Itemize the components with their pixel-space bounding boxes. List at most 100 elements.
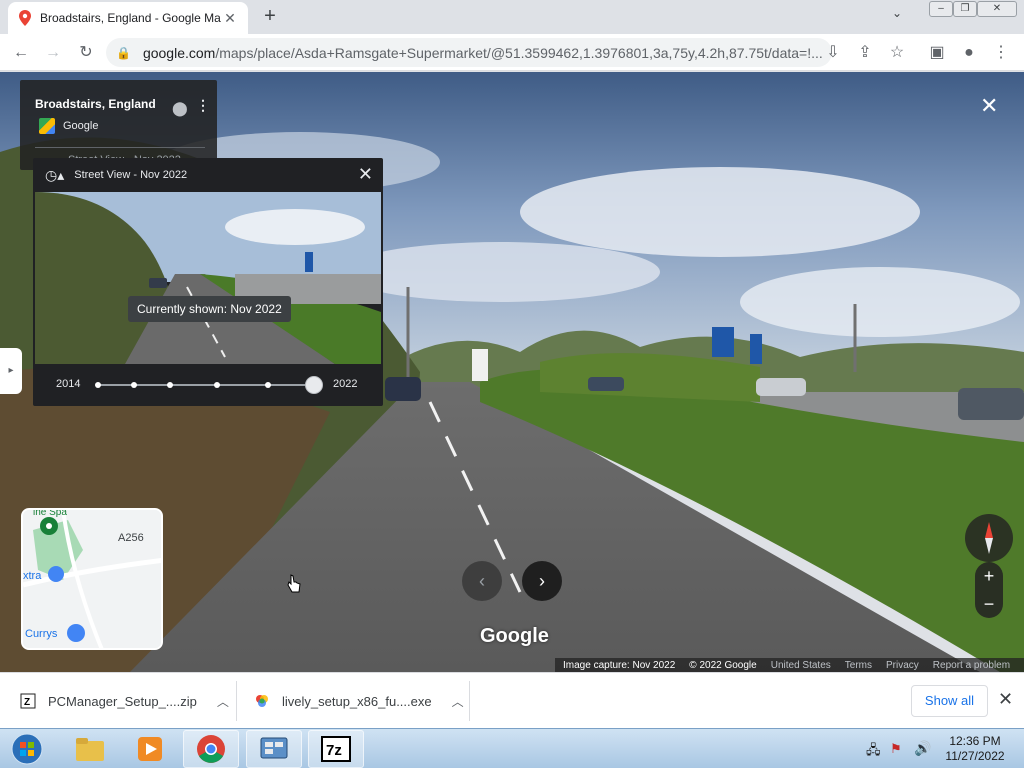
zoom-in-button[interactable]: + [975, 562, 1003, 590]
slider-end-year: 2022 [333, 378, 358, 390]
slider-stop[interactable] [95, 382, 101, 388]
download-options-chevron-icon[interactable]: ︿ [452, 693, 464, 710]
place-info-card: Broadstairs, England Google ⬤ ⋮ Street V… [20, 80, 217, 170]
7zip-taskbar-button[interactable]: 7z [308, 730, 364, 768]
download-filename: PCManager_Setup_....zip [48, 693, 197, 709]
report-problem-link[interactable]: Report a problem [933, 660, 1010, 671]
terms-link[interactable]: Terms [845, 660, 872, 671]
place-name: Broadstairs, England [35, 97, 156, 111]
show-all-downloads-button[interactable]: Show all [911, 685, 988, 717]
slider-stop[interactable] [214, 382, 220, 388]
new-tab-button[interactable]: + [258, 5, 282, 28]
tab-title: Broadstairs, England - Google Ma [40, 11, 221, 25]
restore-button[interactable]: ❐ [953, 1, 977, 17]
google-watermark: Google [480, 625, 549, 647]
zoom-out-button[interactable]: − [975, 590, 1003, 618]
share-icon[interactable]: ⇪ [854, 42, 876, 64]
downloads-bar: Z PCManager_Setup_....zip ︿ lively_setup… [0, 672, 1024, 728]
url-text: google.com/maps/place/Asda+Ramsgate+Supe… [142, 44, 822, 61]
country-link[interactable]: United States [771, 660, 831, 671]
minimap-poi-top: ine Spa [33, 508, 67, 518]
action-center-flag-icon[interactable]: ⚑ [890, 741, 902, 757]
privacy-link[interactable]: Privacy [886, 660, 919, 671]
address-bar[interactable]: 🔒 google.com/maps/place/Asda+Ramsgate+Su… [106, 38, 832, 67]
folder-icon [76, 738, 104, 761]
explorer-taskbar-button[interactable] [62, 730, 118, 768]
slider-thumb[interactable] [305, 376, 323, 394]
control-panel-icon [260, 737, 288, 759]
compass-needle-icon [985, 522, 993, 554]
tab-search-icon[interactable]: ⌄ [892, 6, 902, 20]
windows-start-orb-icon [11, 733, 43, 765]
minimap-road-label: A256 [118, 532, 144, 544]
media-player-taskbar-button[interactable] [122, 730, 178, 768]
compass-icon[interactable] [965, 514, 1013, 562]
history-clock-icon[interactable]: ◷▴ [45, 167, 64, 184]
time-travel-title: Street View - Nov 2022 [74, 169, 188, 181]
download-separator [236, 681, 237, 721]
reload-icon[interactable]: ↻ [75, 42, 97, 64]
maps-favicon-icon [19, 10, 31, 26]
network-icon[interactable]: 🖧 [866, 741, 881, 763]
download-options-chevron-icon[interactable]: ︿ [217, 693, 229, 710]
currently-shown-tooltip: Currently shown: Nov 2022 [128, 296, 291, 322]
forward-icon[interactable]: → [42, 42, 64, 64]
time-travel-header: ◷▴ Street View - Nov 2022 ✕ [33, 158, 383, 192]
7zip-icon: 7z [321, 736, 351, 762]
clock-time: 12:36 PM [949, 734, 1001, 748]
install-icon[interactable]: ⇩ [822, 42, 844, 64]
chrome-icon [197, 735, 225, 763]
window-close-button[interactable]: ✕ [977, 1, 1017, 17]
close-downloads-icon[interactable]: ✕ [998, 689, 1013, 710]
side-panel-icon[interactable]: ▣ [926, 42, 948, 64]
download-separator [469, 681, 470, 721]
windows-taskbar: 7z 🖧 ⚑ 🔊 12:36 PM 11/27/2022 [0, 728, 1024, 768]
svg-text:Z: Z [24, 697, 30, 708]
download-item[interactable]: Z PCManager_Setup_....zip ︿ [20, 673, 229, 729]
exit-streetview-icon[interactable]: ✕ [980, 93, 998, 119]
time-travel-panel: ◷▴ Street View - Nov 2022 ✕ Currently sh… [33, 158, 383, 406]
year-slider[interactable]: 2014 2022 [33, 370, 383, 400]
slider-stop[interactable] [265, 382, 271, 388]
browser-tab[interactable]: Broadstairs, England - Google Ma ✕ [8, 2, 248, 34]
download-filename: lively_setup_x86_fu....exe [282, 693, 432, 709]
slider-stop[interactable] [167, 382, 173, 388]
control-panel-taskbar-button[interactable] [246, 730, 302, 768]
slider-start-year: 2014 [56, 378, 81, 390]
location-pin-icon[interactable]: ⬤ [172, 100, 188, 117]
time-travel-close-icon[interactable]: ✕ [358, 164, 373, 185]
slider-stop[interactable] [131, 382, 137, 388]
download-item[interactable]: lively_setup_x86_fu....exe ︿ [254, 673, 464, 729]
nav-forward-arrow-icon[interactable]: › [522, 561, 562, 601]
clock-date: 11/27/2022 [945, 749, 1005, 763]
card-divider [35, 147, 205, 148]
tab-close-icon[interactable]: ✕ [222, 10, 238, 27]
back-icon[interactable]: ← [10, 42, 32, 64]
media-player-icon [138, 737, 162, 761]
image-capture-date: Image capture: Nov 2022 [563, 659, 676, 671]
zip-file-icon: Z [20, 693, 36, 709]
more-options-icon[interactable]: ⋮ [196, 97, 210, 114]
minimap[interactable]: ine Spa A256 xtra Currys [21, 508, 163, 650]
minimize-button[interactable]: – [929, 1, 953, 17]
profile-avatar-icon[interactable]: ● [958, 42, 980, 64]
exe-file-icon [256, 695, 268, 707]
expand-sidepanel-button[interactable]: ▸ [0, 348, 22, 394]
browser-toolbar: ← → ↻ 🔒 google.com/maps/place/Asda+Ramsg… [0, 34, 1024, 71]
lock-icon[interactable]: 🔒 [116, 46, 131, 60]
nav-back-arrow-icon[interactable]: ‹ [462, 561, 502, 601]
copyright: © 2022 Google [689, 659, 757, 671]
minimap-poi-middle: xtra [23, 570, 42, 582]
volume-icon[interactable]: 🔊 [914, 740, 931, 757]
bookmark-star-icon[interactable]: ☆ [886, 42, 908, 64]
menu-kebab-icon[interactable]: ⋮ [990, 42, 1012, 64]
provider-label: Google [63, 120, 99, 132]
streetview-viewport[interactable]: Broadstairs, England Google ⬤ ⋮ Street V… [0, 72, 1024, 672]
minimap-poi-bottom: Currys [25, 628, 58, 640]
start-button[interactable] [0, 730, 54, 768]
slider-track[interactable] [97, 384, 317, 386]
system-clock[interactable]: 12:36 PM 11/27/2022 [940, 734, 1010, 764]
time-travel-preview-image[interactable] [35, 192, 381, 364]
chrome-taskbar-button[interactable] [183, 730, 239, 768]
tab-strip: Broadstairs, England - Google Ma ✕ + ⌄ –… [0, 0, 1024, 34]
